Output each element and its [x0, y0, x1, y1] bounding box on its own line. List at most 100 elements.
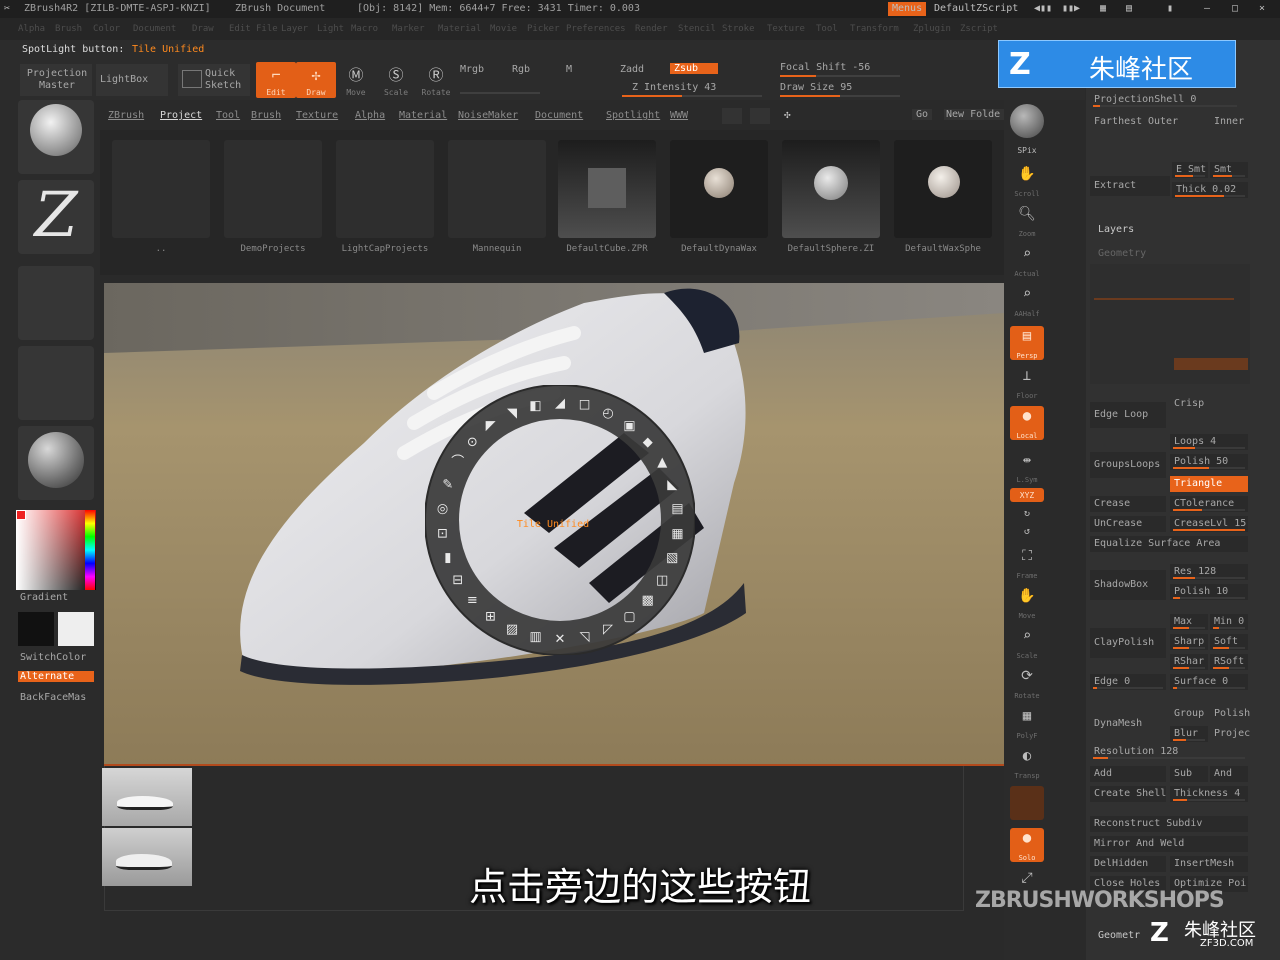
menu-stencil[interactable]: Stencil — [678, 24, 716, 34]
menu-marker[interactable]: Marker — [392, 24, 425, 34]
tab-document[interactable]: Document — [535, 110, 583, 121]
equalize-surface-area-button[interactable]: Equalize Surface Area — [1090, 536, 1248, 552]
color-picker[interactable] — [16, 510, 96, 590]
go-button[interactable]: Go — [912, 109, 933, 120]
dial-item-icon[interactable]: ◹ — [580, 629, 590, 644]
prev-button[interactable]: ◀▮▮ — [1030, 2, 1056, 16]
project-button[interactable]: Projec — [1210, 726, 1250, 742]
dial-item-icon[interactable]: ◥ — [507, 406, 517, 421]
dial-item-icon[interactable]: ▣ — [623, 419, 635, 434]
dial-item-icon[interactable]: ◸ — [603, 622, 613, 637]
ctolerance-slider[interactable]: CTolerance — [1170, 496, 1248, 512]
menu-alpha[interactable]: Alpha — [18, 24, 45, 34]
floor-button[interactable]: ⊥ Floor — [1010, 366, 1044, 400]
dial-item-icon[interactable]: ◧ — [529, 399, 541, 414]
creaselvl-slider[interactable]: CreaseLvl 15 — [1170, 516, 1248, 532]
claypolish-button[interactable]: ClayPolish — [1090, 628, 1166, 658]
dial-item-icon[interactable]: ◫ — [656, 573, 668, 588]
res-slider[interactable]: Res 128 — [1170, 564, 1248, 580]
dial-item-icon[interactable]: ▮ — [444, 551, 451, 566]
menus-button[interactable]: Menus — [888, 2, 927, 16]
lock-icon[interactable]: ▮ — [1163, 2, 1177, 16]
edit-button[interactable]: ⌐ Edit — [256, 62, 296, 98]
rgb-button[interactable]: Rgb — [512, 64, 530, 75]
mirror-and-weld-button[interactable]: Mirror And Weld — [1090, 836, 1248, 852]
dial-item-icon[interactable]: ☐ — [579, 399, 591, 414]
s-smt-slider[interactable]: Smt — [1210, 162, 1248, 178]
dial-item-icon[interactable]: ⌒ — [451, 455, 464, 470]
brush-thumbnail[interactable] — [18, 100, 94, 174]
tab-spotlight[interactable]: Spotlight — [606, 110, 660, 121]
scroll-button[interactable]: ✋ Scroll — [1010, 164, 1044, 198]
menu-render[interactable]: Render — [635, 24, 668, 34]
polish-10-slider[interactable]: Polish 10 — [1170, 584, 1248, 600]
rotate-view-button[interactable]: ⟳ Rotate — [1010, 666, 1044, 700]
primary-color-swatch[interactable] — [18, 612, 54, 646]
geometry-hd-header[interactable]: Geometr — [1098, 930, 1140, 941]
file-item-defaultdynawax[interactable]: DefaultDynaWax — [670, 140, 768, 254]
file-item-lightcapprojects[interactable]: LightCapProjects — [336, 140, 434, 254]
forward-arrow-icon[interactable] — [750, 108, 770, 124]
menu-material[interactable]: Material — [438, 24, 481, 34]
polish-button[interactable]: Polish — [1210, 706, 1250, 722]
scale-button[interactable]: Ⓢ Scale — [376, 62, 416, 98]
tab-zbrush[interactable]: ZBrush — [108, 110, 144, 121]
material-thumbnail[interactable] — [18, 426, 94, 500]
zoom-button[interactable]: 🔍︎ Zoom — [1010, 204, 1044, 238]
dial-item-icon[interactable]: ≡ — [467, 593, 478, 608]
tile-icon[interactable]: ▤ — [1122, 2, 1136, 16]
crease-button[interactable]: Crease — [1090, 496, 1166, 512]
close-icon[interactable]: × — [1255, 2, 1269, 16]
menu-edit[interactable]: Edit — [229, 24, 251, 34]
quick-sketch-button[interactable]: Quick Sketch — [178, 64, 250, 96]
menu-zscript[interactable]: Zscript — [960, 24, 998, 34]
stroke-thumbnail[interactable]: Z — [18, 180, 94, 254]
rotate-y-button[interactable]: ↻ — [1010, 506, 1044, 522]
transp-button[interactable]: ◐ Transp — [1010, 746, 1044, 780]
spix-label[interactable]: SPix — [1010, 146, 1044, 155]
lightbox-button[interactable]: LightBox — [96, 64, 168, 96]
menu-preferences[interactable]: Preferences — [566, 24, 626, 34]
rshar-slider[interactable]: RShar — [1170, 654, 1208, 670]
rotate-z-button[interactable]: ↺ — [1010, 524, 1044, 540]
tab-material[interactable]: Material — [399, 110, 447, 121]
create-shell-button[interactable]: Create Shell — [1090, 786, 1166, 802]
dial-item-icon[interactable]: ▦ — [671, 526, 683, 541]
menu-texture[interactable]: Texture — [767, 24, 805, 34]
backfacemask-button[interactable]: BackFaceMas — [20, 692, 86, 703]
menu-macro[interactable]: Macro — [351, 24, 378, 34]
menu-transform[interactable]: Transform — [850, 24, 899, 34]
dynamesh-button[interactable]: DynaMesh — [1090, 710, 1166, 738]
inner-button[interactable]: Inner — [1210, 114, 1254, 130]
alternate-button[interactable]: Alternate — [18, 671, 94, 682]
dial-item-icon[interactable]: ▩ — [642, 593, 654, 608]
file-item-defaultwaxsphere[interactable]: DefaultWaxSphe — [894, 140, 992, 254]
tab-tool[interactable]: Tool — [216, 110, 240, 121]
switchcolor-button[interactable]: SwitchColor — [20, 652, 86, 663]
dial-item-icon[interactable]: ◆ — [643, 435, 653, 450]
and-button[interactable]: And — [1210, 766, 1248, 782]
dial-item-icon[interactable]: ▥ — [529, 629, 541, 644]
move-button[interactable]: Ⓜ Move — [336, 62, 376, 98]
spotlight-thumbnail-1[interactable] — [102, 768, 192, 826]
menu-brush[interactable]: Brush — [55, 24, 82, 34]
tab-www[interactable]: WWW — [670, 110, 688, 121]
projectionshell-slider[interactable]: ProjectionShell 0 — [1090, 92, 1240, 108]
file-item-defaultcube[interactable]: DefaultCube.ZPR — [558, 140, 656, 254]
tab-texture[interactable]: Texture — [296, 110, 338, 121]
lsym-button[interactable]: ⇹ L.Sym — [1010, 450, 1044, 484]
edge-slider[interactable]: Edge 0 — [1090, 674, 1166, 690]
geometry-header[interactable]: Geometry — [1098, 248, 1146, 259]
aahalf-button[interactable]: ⌕ AAHalf — [1010, 284, 1044, 318]
loops-slider[interactable]: Loops 4 — [1170, 434, 1248, 450]
group-button[interactable]: Group — [1170, 706, 1210, 722]
menu-stroke[interactable]: Stroke — [722, 24, 755, 34]
menu-zplugin[interactable]: Zplugin — [913, 24, 951, 34]
next-button[interactable]: ▮▮▶ — [1058, 2, 1084, 16]
rsoft-slider[interactable]: RSoft — [1210, 654, 1248, 670]
sphere-preview-icon[interactable] — [1010, 104, 1044, 138]
extract-button[interactable]: Extract — [1090, 176, 1170, 196]
shadowbox-button[interactable]: ShadowBox — [1090, 570, 1166, 600]
draw-button[interactable]: ✢ Draw — [296, 62, 336, 98]
e-smt-slider[interactable]: E Smt 5 — [1172, 162, 1218, 178]
